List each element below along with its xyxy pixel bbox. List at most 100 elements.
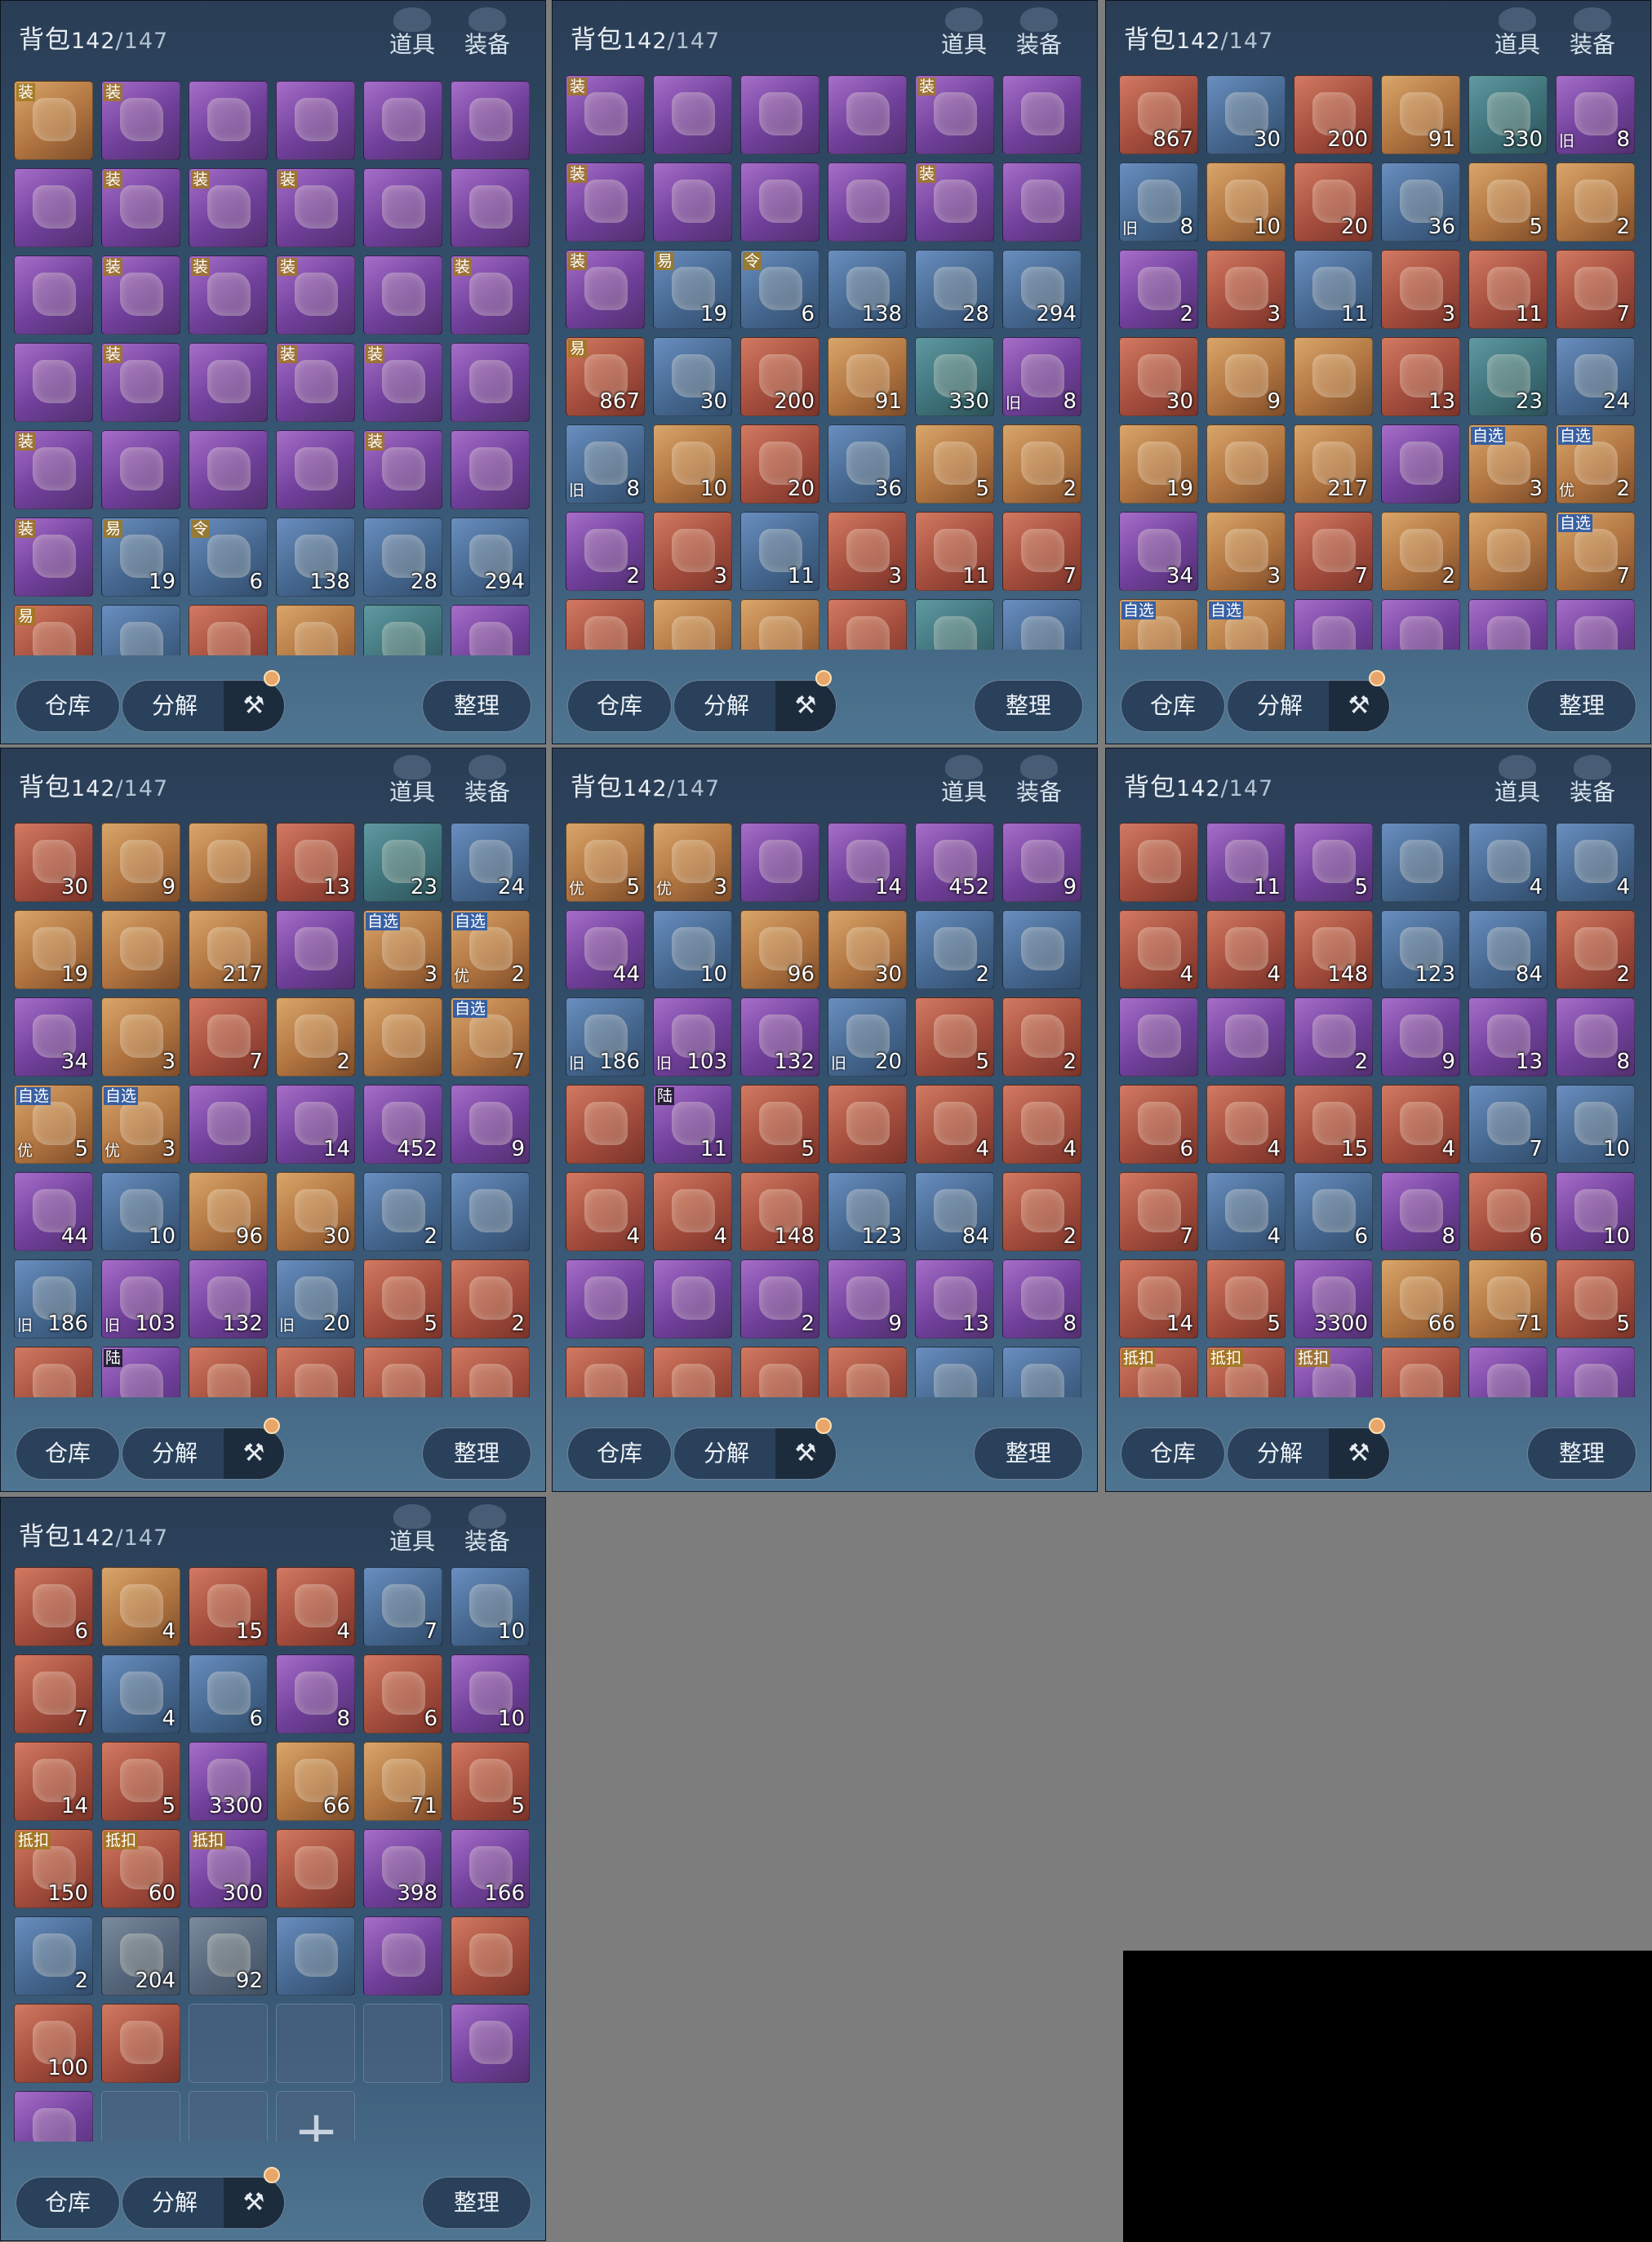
item-slot[interactable]: 138 [276, 517, 355, 597]
item-slot[interactable]: 28 [915, 250, 994, 329]
item-slot[interactable] [828, 162, 907, 242]
item-slot[interactable]: 9 [1206, 337, 1286, 416]
item-slot[interactable]: 自选 7 [1556, 512, 1635, 591]
item-slot[interactable]: 6 [363, 1654, 442, 1734]
item-slot[interactable]: 自选 3 [363, 910, 442, 989]
warehouse-button[interactable]: 仓库 [16, 680, 120, 732]
item-slot[interactable] [363, 997, 442, 1077]
item-slot[interactable]: 自选 3 [1468, 424, 1548, 504]
hammer-icon[interactable]: ⚒ [1329, 681, 1389, 731]
item-slot[interactable]: 452 [1468, 599, 1548, 650]
item-slot[interactable]: 9 [451, 1085, 530, 1164]
item-slot[interactable]: 7 [915, 1347, 994, 1397]
item-slot[interactable] [451, 168, 530, 247]
item-slot[interactable]: 7 [14, 1654, 93, 1734]
item-slot[interactable]: 10 [1556, 1172, 1635, 1251]
item-slot[interactable]: 5 [740, 1085, 819, 1164]
item-slot[interactable]: 自选 7 [451, 997, 530, 1077]
item-slot[interactable]: 30 [1119, 337, 1198, 416]
item-slot[interactable]: 398 [1468, 1347, 1548, 1397]
item-slot[interactable]: 令6 [189, 517, 268, 597]
item-slot[interactable]: 10 [451, 1654, 530, 1734]
item-slot[interactable] [1381, 1347, 1460, 1397]
item-slot[interactable] [101, 910, 180, 989]
item-slot[interactable]: 4 [653, 1172, 732, 1251]
item-slot[interactable]: 7 [1002, 512, 1081, 591]
item-slot[interactable]: 4 [101, 1567, 180, 1646]
item-slot[interactable]: 30 [276, 1172, 355, 1251]
item-slot[interactable]: 10 [653, 424, 732, 504]
item-slot[interactable]: 装 [189, 168, 268, 247]
item-slot[interactable]: 装 [363, 430, 442, 509]
item-slot[interactable]: 84 [915, 1172, 994, 1251]
item-slot[interactable] [1119, 997, 1198, 1077]
item-slot[interactable] [14, 168, 93, 247]
item-slot[interactable]: 8 [276, 1654, 355, 1734]
item-slot[interactable] [101, 2004, 180, 2083]
item-slot[interactable]: 24 [451, 823, 530, 902]
item-slot[interactable]: 2 [1556, 162, 1635, 242]
item-slot[interactable] [653, 162, 732, 242]
item-slot[interactable]: 装 [276, 168, 355, 247]
item-slot[interactable]: 36 [1381, 162, 1460, 242]
item-slot[interactable]: 5 [915, 424, 994, 504]
item-slot[interactable]: 9 [828, 1259, 907, 1339]
item-slot[interactable]: 20 [740, 424, 819, 504]
item-slot[interactable]: 166 [1556, 1347, 1635, 1397]
item-slot[interactable]: 5 [363, 1259, 442, 1339]
item-slot[interactable]: 5 [1556, 1259, 1635, 1339]
item-slot[interactable]: 6 [1119, 1085, 1198, 1164]
item-slot[interactable]: 装 [451, 255, 530, 335]
item-slot[interactable] [14, 1347, 93, 1397]
item-slot[interactable]: 抵扣60 [1206, 1347, 1286, 1397]
item-slot[interactable]: 自选5优 [14, 1085, 93, 1164]
item-slot[interactable]: 自选 2 优 [451, 910, 530, 989]
item-slot[interactable]: 抵扣 150 [14, 1829, 93, 1908]
item-slot[interactable] [740, 162, 819, 242]
item-slot[interactable]: 200 [740, 337, 819, 416]
item-slot[interactable]: 2 [276, 997, 355, 1077]
item-slot[interactable]: 166 [451, 1829, 530, 1908]
item-slot[interactable]: 抵扣 300 [189, 1829, 268, 1908]
warehouse-button[interactable]: 仓库 [567, 680, 672, 732]
item-slot[interactable]: 44 [566, 910, 645, 989]
item-slot[interactable]: 217 [189, 910, 268, 989]
item-slot[interactable]: 867 [1119, 75, 1198, 154]
sort-button[interactable]: 整理 [422, 680, 531, 732]
item-slot[interactable]: 易 19 [653, 250, 732, 329]
item-slot[interactable]: 15 [1294, 1085, 1373, 1164]
item-slot[interactable]: 2 [1002, 997, 1081, 1077]
item-slot[interactable]: 13 [276, 823, 355, 902]
item-slot[interactable]: 294 [451, 517, 530, 597]
item-slot[interactable]: 452 [915, 823, 994, 902]
sort-button[interactable]: 整理 [974, 1427, 1083, 1480]
item-slot[interactable]: 2 [1002, 1172, 1081, 1251]
item-slot[interactable] [740, 75, 819, 154]
item-slot[interactable]: 4 [1556, 823, 1635, 902]
item-slot[interactable]: 10 [1556, 1085, 1635, 1164]
sort-button[interactable]: 整理 [422, 2177, 531, 2229]
item-slot[interactable]: 5 [1206, 1259, 1286, 1339]
item-slot[interactable]: 8旧 [1119, 162, 1198, 242]
item-slot[interactable]: 15 [740, 1347, 819, 1397]
item-slot[interactable]: 自选5优 [1119, 599, 1198, 650]
item-slot[interactable] [276, 430, 355, 509]
item-slot[interactable]: 11 [1294, 250, 1373, 329]
item-slot[interactable]: 30 [828, 910, 907, 989]
item-slot[interactable] [1206, 997, 1286, 1077]
item-slot[interactable] [828, 1085, 907, 1164]
item-slot[interactable]: 9 [1002, 823, 1081, 902]
item-slot[interactable]: 13 [1468, 997, 1548, 1077]
item-slot[interactable]: 91 [1381, 75, 1460, 154]
item-slot[interactable]: 3优 [653, 823, 732, 902]
item-slot[interactable]: 19 [1119, 424, 1198, 504]
item-slot[interactable]: 14 [14, 1742, 93, 1821]
tab-items[interactable]: 道具 [935, 6, 993, 64]
item-slot[interactable]: 自选 2 优 [1556, 424, 1635, 504]
item-slot[interactable]: 132 [189, 1259, 268, 1339]
item-slot[interactable]: 8旧 [1556, 75, 1635, 154]
item-slot[interactable]: 9 [101, 823, 180, 902]
item-slot[interactable]: 4 [1002, 1085, 1081, 1164]
item-slot[interactable] [101, 430, 180, 509]
item-slot[interactable]: 装 [566, 75, 645, 154]
